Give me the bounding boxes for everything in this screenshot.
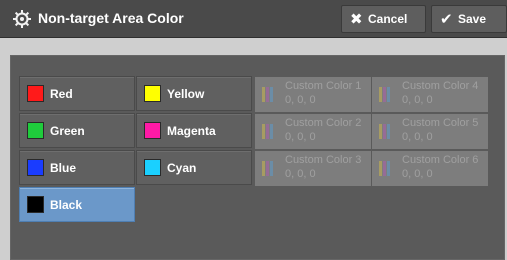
custom-color-1[interactable]: Custom Color 1 0, 0, 0 bbox=[255, 77, 371, 112]
color-label: Blue bbox=[50, 161, 77, 175]
custom-color-value: 0, 0, 0 bbox=[402, 131, 433, 143]
custom-color-icon bbox=[262, 161, 278, 176]
save-button[interactable]: ✔ Save bbox=[431, 5, 507, 33]
color-label: Cyan bbox=[167, 161, 197, 175]
color-option-red[interactable]: Red bbox=[19, 76, 135, 111]
color-swatch bbox=[27, 122, 44, 139]
custom-color-3[interactable]: Custom Color 3 0, 0, 0 bbox=[255, 151, 371, 186]
custom-color-value: 0, 0, 0 bbox=[402, 94, 433, 106]
custom-color-icon bbox=[262, 124, 278, 139]
close-icon: ✖ bbox=[350, 10, 363, 28]
custom-color-name: Custom Color 4 bbox=[402, 80, 479, 92]
color-label: Magenta bbox=[167, 124, 216, 138]
custom-color-value: 0, 0, 0 bbox=[285, 131, 316, 143]
cancel-button[interactable]: ✖ Cancel bbox=[341, 5, 426, 33]
custom-color-icon bbox=[262, 87, 278, 102]
custom-color-name: Custom Color 2 bbox=[285, 117, 362, 129]
custom-color-2[interactable]: Custom Color 2 0, 0, 0 bbox=[255, 114, 371, 149]
color-option-blue[interactable]: Blue bbox=[19, 150, 135, 185]
custom-color-name: Custom Color 3 bbox=[285, 154, 362, 166]
custom-color-name: Custom Color 1 bbox=[285, 80, 362, 92]
custom-color-name: Custom Color 6 bbox=[402, 154, 479, 166]
color-label: Red bbox=[50, 87, 73, 101]
color-swatch bbox=[27, 196, 44, 213]
color-option-green[interactable]: Green bbox=[19, 113, 135, 148]
color-option-yellow[interactable]: Yellow bbox=[136, 76, 252, 111]
color-swatch bbox=[144, 159, 161, 176]
color-label: Black bbox=[50, 198, 83, 212]
color-option-cyan[interactable]: Cyan bbox=[136, 150, 252, 185]
custom-color-name: Custom Color 5 bbox=[402, 117, 479, 129]
color-swatch bbox=[144, 85, 161, 102]
gear-icon bbox=[12, 9, 32, 29]
custom-color-icon bbox=[379, 124, 395, 139]
checkmark-icon: ✔ bbox=[440, 10, 453, 28]
color-swatch bbox=[144, 122, 161, 139]
color-option-black[interactable]: Black bbox=[19, 187, 135, 222]
color-swatch bbox=[27, 159, 44, 176]
custom-color-5[interactable]: Custom Color 5 0, 0, 0 bbox=[372, 114, 488, 149]
custom-color-icon bbox=[379, 87, 395, 102]
title-bar: Non-target Area Color ✖ Cancel ✔ Save bbox=[0, 0, 507, 38]
custom-color-value: 0, 0, 0 bbox=[402, 168, 433, 180]
custom-color-6[interactable]: Custom Color 6 0, 0, 0 bbox=[372, 151, 488, 186]
custom-color-value: 0, 0, 0 bbox=[285, 168, 316, 180]
custom-color-4[interactable]: Custom Color 4 0, 0, 0 bbox=[372, 77, 488, 112]
custom-color-icon bbox=[379, 161, 395, 176]
custom-color-value: 0, 0, 0 bbox=[285, 94, 316, 106]
color-label: Yellow bbox=[167, 87, 205, 101]
color-label: Green bbox=[50, 124, 85, 138]
color-swatch bbox=[27, 85, 44, 102]
cancel-button-label: Cancel bbox=[368, 12, 408, 26]
page-title: Non-target Area Color bbox=[38, 10, 184, 26]
color-option-magenta[interactable]: Magenta bbox=[136, 113, 252, 148]
save-button-label: Save bbox=[458, 12, 487, 26]
